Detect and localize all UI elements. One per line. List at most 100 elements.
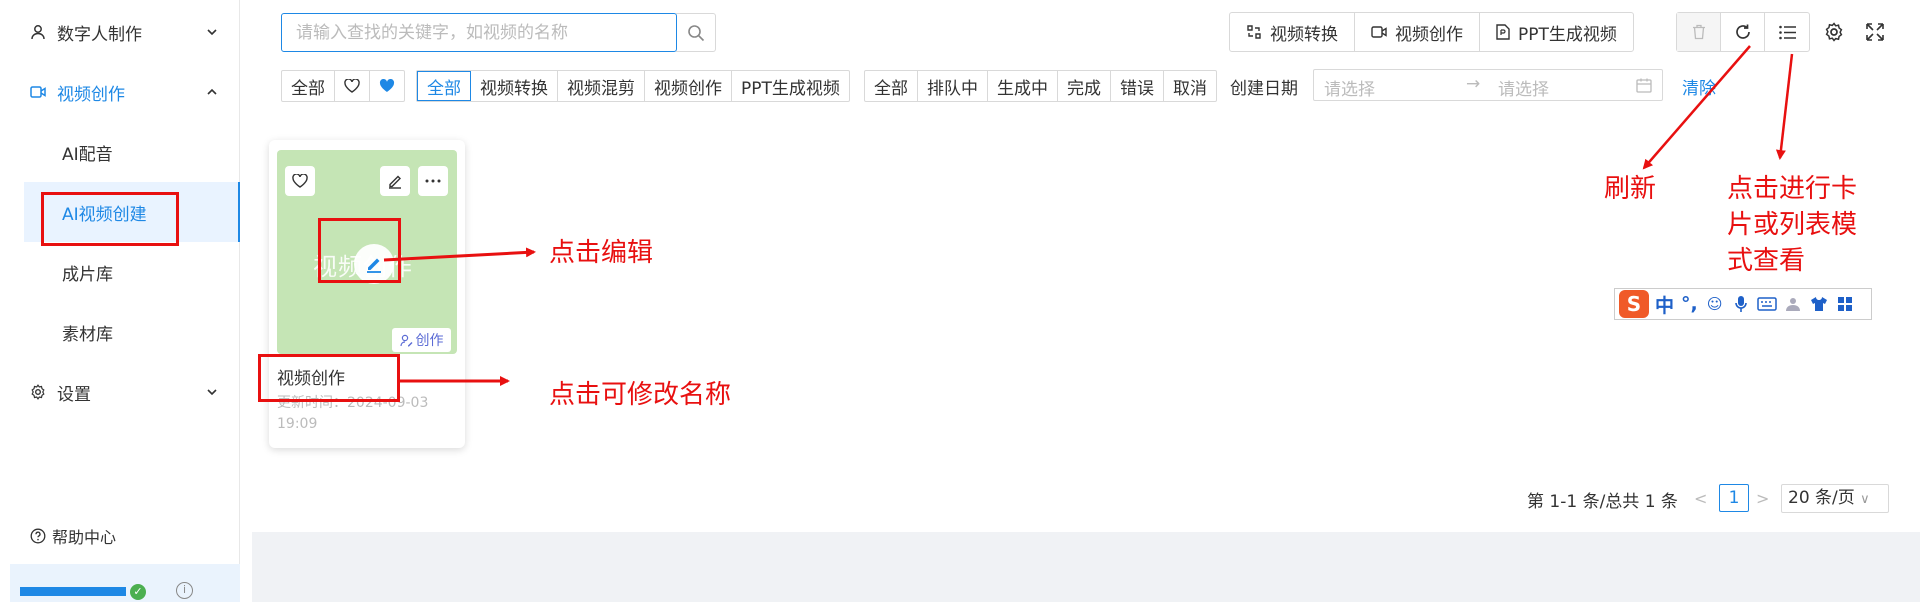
help-center-link[interactable]: 帮助中心 <box>30 524 116 548</box>
creation-type-badge: 创作 <box>392 328 451 352</box>
rename-button[interactable] <box>380 166 410 196</box>
filter-status-error[interactable]: 错误 <box>1111 71 1164 101</box>
chevron-right-icon[interactable]: > <box>1756 489 1769 508</box>
ppt-to-video-label: PPT生成视频 <box>1518 24 1617 45</box>
heart-outline-icon <box>344 79 360 93</box>
heart-filled-icon <box>379 79 395 92</box>
filter-status-all[interactable]: 全部 <box>865 71 918 101</box>
question-circle-icon <box>30 528 46 544</box>
chevron-down-icon <box>207 29 217 36</box>
status-segment <box>20 587 42 596</box>
page-size-select[interactable]: 20 条/页 ∨ <box>1781 484 1889 513</box>
badge-label: 创作 <box>415 333 444 349</box>
view-mode-toggle-button[interactable] <box>1765 13 1809 51</box>
ppt-to-video-button[interactable]: PPT生成视频 <box>1480 13 1633 51</box>
sidebar-item-ai-voice[interactable]: AI配音 <box>24 122 240 182</box>
filter-type-all[interactable]: 全部 <box>417 71 471 101</box>
date-start-placeholder: 请选择 <box>1324 80 1375 100</box>
fullscreen-icon[interactable] <box>1865 22 1885 42</box>
convert-icon <box>1247 25 1261 39</box>
settings-gear-icon[interactable] <box>1824 22 1844 42</box>
video-create-button[interactable]: 视频创作 <box>1355 13 1480 51</box>
favorite-button[interactable] <box>285 166 315 196</box>
more-button[interactable] <box>418 166 448 196</box>
filter-fav-filled[interactable] <box>370 71 404 101</box>
filter-status-done[interactable]: 完成 <box>1058 71 1111 101</box>
sidebar-item-label: 数字人制作 <box>57 24 142 45</box>
ime-logo: S <box>1619 290 1649 318</box>
sidebar-item-label: AI配音 <box>62 144 113 165</box>
search-button[interactable] <box>676 13 716 52</box>
status-segment <box>104 587 126 596</box>
filter-status-generating[interactable]: 生成中 <box>988 71 1058 101</box>
sidebar-item-video-creation[interactable]: 视频创作 <box>0 62 240 122</box>
file-icon <box>1496 24 1510 40</box>
sidebar-item-finished-library[interactable]: 成片库 <box>24 242 240 302</box>
highlight-box-ai-video <box>41 192 179 246</box>
video-icon <box>1371 26 1387 38</box>
keyboard-icon[interactable] <box>1756 294 1777 314</box>
filter-status-queued[interactable]: 排队中 <box>918 71 988 101</box>
filter-type-ppt[interactable]: PPT生成视频 <box>732 71 849 101</box>
sidebar-item-label: 设置 <box>57 384 91 405</box>
chevron-left-icon[interactable]: < <box>1694 489 1707 508</box>
delete-button[interactable] <box>1677 13 1721 51</box>
heart-outline-icon <box>292 174 308 188</box>
annotation-view-mode: 点击进行卡 片或列表模 式查看 <box>1727 174 1858 276</box>
chevron-down-icon <box>207 389 217 396</box>
annotation-click-edit: 点击编辑 <box>549 238 654 268</box>
emoji-icon[interactable]: ☺ <box>1705 294 1725 314</box>
sidebar-item-material-library[interactable]: 素材库 <box>24 302 240 362</box>
filter-type-convert[interactable]: 视频转换 <box>471 71 558 101</box>
more-horizontal-icon <box>425 179 441 183</box>
info-icon[interactable]: i <box>176 582 193 599</box>
favorite-filter: 全部 <box>281 70 405 102</box>
clear-filter-link[interactable]: 清除 <box>1682 74 1716 99</box>
date-end-placeholder: 请选择 <box>1498 80 1549 100</box>
filter-type-mix[interactable]: 视频混剪 <box>558 71 645 101</box>
arrow-to-view-mode-label <box>1775 53 1794 160</box>
view-actions <box>1676 12 1810 52</box>
ime-punctuation[interactable]: °, <box>1681 293 1698 315</box>
status-segment <box>41 587 63 596</box>
filter-fav-outline[interactable] <box>335 71 370 101</box>
refresh-button[interactable] <box>1721 13 1765 51</box>
page-size-value: 20 条/页 <box>1788 488 1855 508</box>
date-range-picker[interactable]: 请选择 → 请选择 <box>1313 69 1663 101</box>
sidebar-item-label: 素材库 <box>62 324 113 345</box>
chevron-down-icon: ∨ <box>1860 492 1870 507</box>
annotation-click-rename: 点击可修改名称 <box>549 380 732 410</box>
date-filter-label: 创建日期 <box>1230 79 1298 99</box>
highlight-box-edit <box>318 218 401 283</box>
search-icon <box>687 24 704 41</box>
search-input[interactable] <box>281 13 677 52</box>
sidebar-item-digital-human[interactable]: 数字人制作 <box>0 2 240 62</box>
ime-toolbar: S 中 °, ☺ <box>1614 288 1872 320</box>
content-footer-area <box>252 532 1920 602</box>
gear-icon <box>31 384 45 400</box>
create-actions: 视频转换 视频创作 PPT生成视频 <box>1229 12 1634 52</box>
chevron-up-icon <box>207 88 217 95</box>
arrow-right-icon: → <box>1466 74 1481 94</box>
filter-type-create[interactable]: 视频创作 <box>645 71 732 101</box>
annotation-refresh: 刷新 <box>1604 174 1657 204</box>
microphone-icon[interactable] <box>1731 294 1751 314</box>
filter-fav-all[interactable]: 全部 <box>282 71 335 101</box>
sidebar: 数字人制作 视频创作 AI配音 AI视频创建 成片库 素材库 设置 帮助中心 ✓… <box>0 0 240 602</box>
ime-language[interactable]: 中 <box>1655 291 1674 318</box>
sidebar-item-label: 成片库 <box>62 264 113 285</box>
video-create-label: 视频创作 <box>1395 24 1463 45</box>
filter-status-cancel[interactable]: 取消 <box>1164 71 1216 101</box>
status-bar: ✓ i <box>10 564 240 602</box>
list-icon <box>1778 25 1796 39</box>
status-filter: 全部 排队中 生成中 完成 错误 取消 <box>864 70 1217 102</box>
grid-apps-icon[interactable] <box>1835 294 1855 314</box>
tshirt-icon[interactable] <box>1809 294 1829 314</box>
check-circle-icon: ✓ <box>130 584 146 600</box>
page-number-button[interactable]: 1 <box>1719 484 1749 512</box>
calendar-icon <box>1636 78 1652 93</box>
skin-icon[interactable] <box>1783 294 1803 314</box>
user-edit-icon <box>399 334 412 346</box>
video-convert-button[interactable]: 视频转换 <box>1230 13 1355 51</box>
sidebar-item-settings[interactable]: 设置 <box>0 362 240 422</box>
